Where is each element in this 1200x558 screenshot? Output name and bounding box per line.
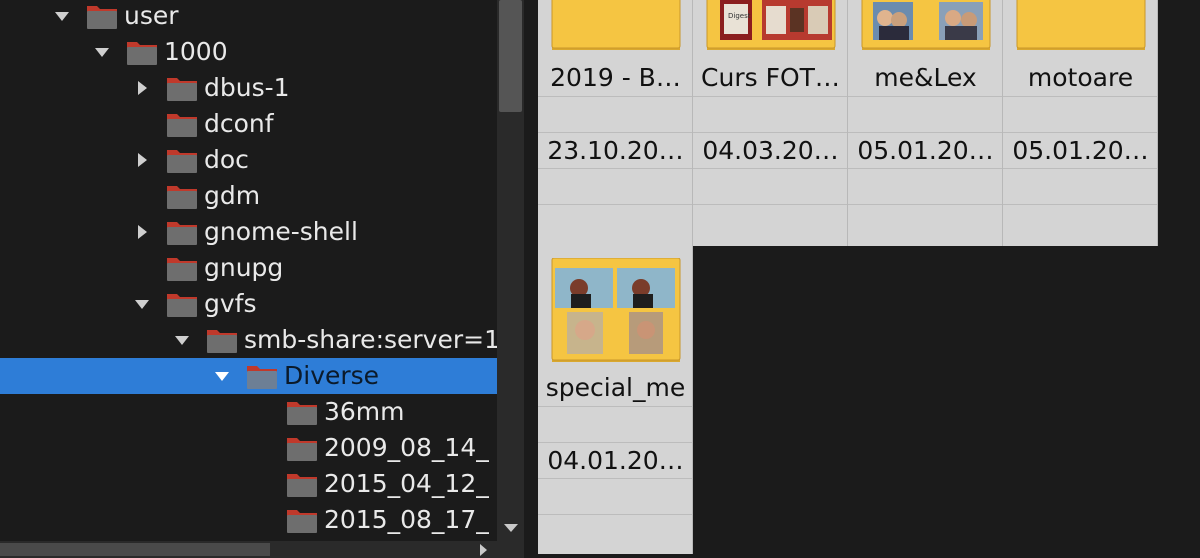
details-cell — [538, 168, 692, 204]
folder-icon — [206, 326, 238, 354]
tree-item-label: smb-share:server=1 — [244, 325, 497, 354]
tree-horizontal-scroll-thumb[interactable] — [0, 543, 270, 556]
modified-date: 05.01.20… — [848, 132, 1002, 168]
folder-tile[interactable]: 2019 - B… 23.10.20… — [538, 0, 693, 246]
pane-splitter[interactable] — [524, 0, 538, 558]
file-name: me&Lex — [874, 63, 977, 92]
tree-item[interactable]: Diverse — [0, 358, 497, 394]
tree-item[interactable]: gdm — [0, 178, 497, 214]
folder-tile[interactable]: Digest Curs FOT… 04.03.20… — [693, 0, 848, 246]
folder-tile[interactable]: me&Lex 05.01.20… — [848, 0, 1003, 246]
folder-icon — [286, 506, 318, 534]
tree-item[interactable]: 2009_08_14_ — [0, 430, 497, 466]
tree-vertical-scrollbar[interactable] — [497, 0, 524, 541]
tree-item[interactable]: 2015_08_17_ — [0, 502, 497, 538]
details-cell — [693, 96, 847, 132]
folder-icon — [166, 74, 198, 102]
folder-icon — [166, 290, 198, 318]
expanded-arrow-icon[interactable] — [210, 358, 234, 394]
tree-item[interactable]: 36mm — [0, 394, 497, 430]
tree-item-label: gnome-shell — [204, 217, 358, 246]
tree-item-label: gnupg — [204, 253, 284, 282]
folder-icon — [246, 362, 278, 390]
file-name: Curs FOT… — [701, 63, 840, 92]
folder-icon — [126, 38, 158, 66]
details-cell — [538, 514, 692, 550]
file-name: motoare — [1027, 63, 1134, 92]
folder-icon — [166, 146, 198, 174]
folder-icon — [166, 218, 198, 246]
tree-item[interactable]: gnupg — [0, 250, 497, 286]
tree-item[interactable]: dconf — [0, 106, 497, 142]
modified-date: 23.10.20… — [538, 132, 692, 168]
folder-icon — [286, 398, 318, 426]
tree-item-label: 36mm — [324, 397, 405, 426]
details-cell — [848, 96, 1002, 132]
details-cell — [538, 478, 692, 514]
tree-item[interactable]: doc — [0, 142, 497, 178]
modified-date: 05.01.20… — [1003, 132, 1157, 168]
folder-icon — [86, 2, 118, 30]
scroll-down-arrow-icon[interactable] — [497, 515, 524, 541]
tree-item[interactable]: gvfs — [0, 286, 497, 322]
details-cell — [1003, 204, 1157, 240]
file-name: 2019 - B… — [550, 63, 681, 92]
modified-date: 04.01.20… — [538, 442, 692, 478]
collapsed-arrow-icon[interactable] — [130, 70, 154, 106]
tree-item-label: gvfs — [204, 289, 257, 318]
details-cell — [1003, 96, 1157, 132]
details-cell — [538, 96, 692, 132]
tree-item[interactable]: user — [0, 0, 497, 34]
tree-horizontal-scrollbar[interactable] — [0, 541, 497, 558]
tree-item-label: doc — [204, 145, 249, 174]
tree-item-label: dconf — [204, 109, 274, 138]
tree-item[interactable]: smb-share:server=1 — [0, 322, 497, 358]
tree-item-label: 1000 — [164, 37, 228, 66]
collapsed-arrow-icon[interactable] — [130, 214, 154, 250]
file-grid: 2019 - B… 23.10.20… Digest Curs FOT… 04.03.2… — [538, 0, 1200, 558]
details-cell — [538, 406, 692, 442]
folder-icon — [286, 434, 318, 462]
folder-icon — [166, 182, 198, 210]
tree-item[interactable]: 2015_04_12_ — [0, 466, 497, 502]
folder-icon — [286, 470, 318, 498]
tree-item-label: user — [124, 1, 179, 30]
expanded-arrow-icon[interactable] — [130, 286, 154, 322]
collapsed-arrow-icon[interactable] — [130, 142, 154, 178]
folder-tile[interactable]: motoare 05.01.20… — [1003, 0, 1158, 246]
details-cell — [1003, 168, 1157, 204]
folder-icon — [166, 110, 198, 138]
folder-tile[interactable]: special_me 04.01.20… — [538, 246, 693, 554]
svg-text:Digest: Digest — [728, 12, 751, 20]
details-cell — [693, 168, 847, 204]
tree-vertical-scroll-thumb[interactable] — [499, 0, 522, 112]
folder-tree: user 1000 dbus-1 dconf doc gdm gnome-shell gnup… — [0, 0, 497, 541]
details-cell — [693, 204, 847, 240]
details-cell — [538, 204, 692, 240]
tree-item-label: Diverse — [284, 361, 380, 390]
tree-item-label: 2015_04_12_ — [324, 469, 489, 498]
tree-item[interactable]: 1000 — [0, 34, 497, 70]
scroll-right-arrow-icon[interactable] — [470, 541, 497, 558]
tree-item[interactable]: dbus-1 — [0, 70, 497, 106]
tree-item[interactable]: gnome-shell — [0, 214, 497, 250]
tree-item-label: 2015_08_17_ — [324, 505, 489, 534]
folder-icon — [166, 254, 198, 282]
expanded-arrow-icon[interactable] — [170, 322, 194, 358]
tree-item-label: 2009_08_14_ — [324, 433, 489, 462]
details-cell — [848, 168, 1002, 204]
scrollbar-corner — [497, 541, 524, 558]
tree-item-label: gdm — [204, 181, 261, 210]
modified-date: 04.03.20… — [693, 132, 847, 168]
tree-item-label: dbus-1 — [204, 73, 290, 102]
expanded-arrow-icon[interactable] — [90, 34, 114, 70]
file-name: special_me — [545, 373, 686, 402]
details-cell — [848, 204, 1002, 240]
expanded-arrow-icon[interactable] — [50, 0, 74, 34]
